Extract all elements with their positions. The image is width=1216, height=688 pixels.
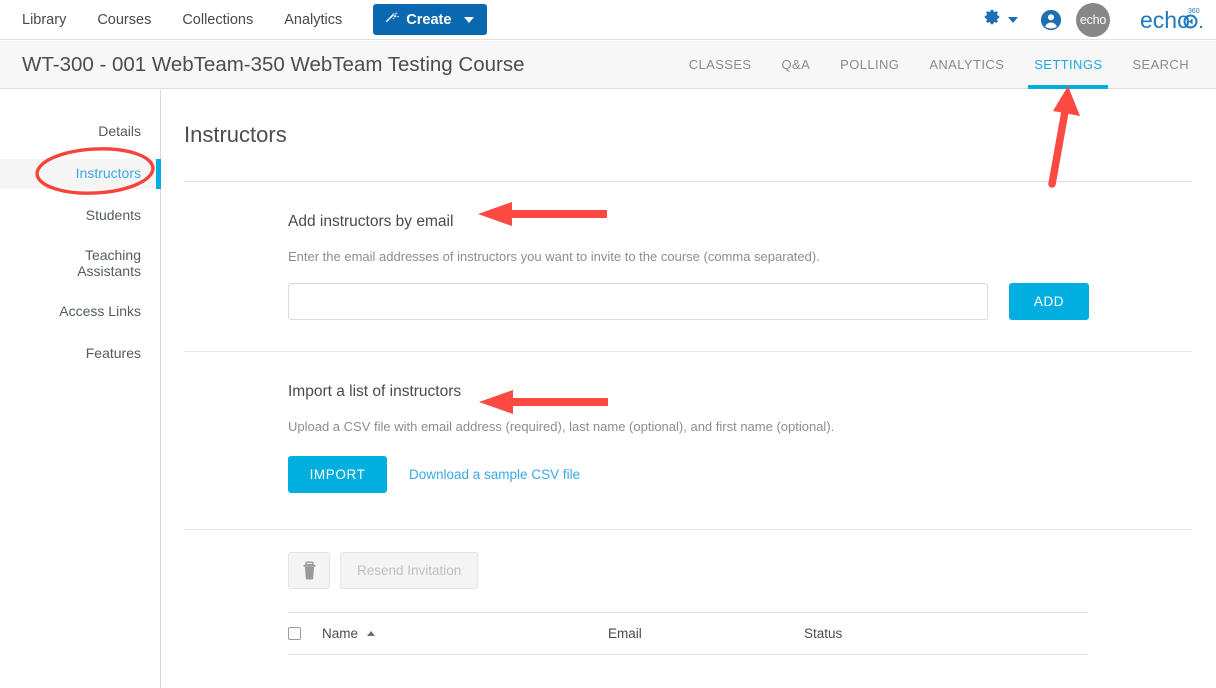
instructors-table: Name Email Status (288, 612, 1088, 655)
tab-settings[interactable]: SETTINGS (1019, 41, 1117, 89)
echo360-logo[interactable]: echo 360 (1140, 6, 1204, 34)
tab-label: CLASSES (688, 57, 752, 72)
sidebar-item-label: Details (98, 123, 141, 140)
delete-button[interactable] (288, 552, 330, 589)
create-button[interactable]: Create (373, 4, 488, 35)
create-button-label: Create (406, 11, 452, 28)
select-all-checkbox-cell (288, 627, 322, 640)
global-top-nav: Library Courses Collections Analytics Cr… (0, 0, 1216, 40)
column-header-email[interactable]: Email (608, 626, 804, 641)
global-nav-links: Library Courses Collections Analytics Cr… (0, 4, 488, 35)
sidebar-item-label: Students (85, 207, 141, 224)
sidebar-item-label: Features (85, 345, 141, 362)
sidebar-item-label: Teaching (84, 247, 141, 264)
person-icon (1040, 9, 1062, 30)
sidebar-item-details[interactable]: Details (0, 117, 160, 147)
tab-analytics[interactable]: ANALYTICS (914, 41, 1019, 89)
sidebar-item-label: Access Links (59, 303, 141, 320)
tab-label: POLLING (840, 57, 900, 72)
table-toolbar: Resend Invitation (288, 552, 1216, 589)
global-nav-actions: echo echo 360 (983, 2, 1216, 37)
tab-classes[interactable]: CLASSES (674, 41, 767, 89)
tab-label: SEARCH (1132, 57, 1189, 72)
user-avatar[interactable]: echo (1076, 2, 1110, 37)
course-header-bar: WT-300 - 001 WebTeam-350 WebTeam Testing… (0, 41, 1216, 89)
sidebar-item-instructors[interactable]: Instructors (0, 159, 161, 189)
sidebar-item-teaching-assistants[interactable]: Teaching Assistants (0, 243, 160, 285)
sort-ascending-icon (367, 631, 376, 636)
tab-label: Q&A (781, 57, 811, 72)
column-header-name[interactable]: Name (322, 626, 608, 641)
add-instructors-row: ADD (288, 283, 1216, 320)
svg-text:360: 360 (1188, 8, 1200, 15)
magic-wand-icon (383, 12, 399, 28)
instructor-email-input[interactable] (288, 283, 988, 320)
trash-icon (303, 561, 315, 580)
table-header-row: Name Email Status (288, 613, 1088, 655)
avatar-label: echo (1079, 12, 1107, 27)
import-button[interactable]: IMPORT (288, 456, 387, 493)
sidebar-item-label: Instructors (75, 165, 141, 182)
add-instructors-description: Enter the email addresses of instructors… (288, 249, 820, 264)
nav-link-collections[interactable]: Collections (182, 12, 253, 28)
sidebar-item-access-links[interactable]: Access Links (0, 297, 160, 327)
course-tabs: CLASSES Q&A POLLING ANALYTICS SETTINGS S… (674, 41, 1216, 89)
import-instructors-section: Import a list of instructors Upload a CS… (162, 352, 1216, 493)
import-instructors-description: Upload a CSV file with email address (re… (288, 419, 835, 434)
column-header-status[interactable]: Status (804, 626, 842, 641)
add-button[interactable]: ADD (1009, 283, 1089, 320)
course-title: WT-300 - 001 WebTeam-350 WebTeam Testing… (22, 52, 525, 76)
tab-polling[interactable]: POLLING (825, 41, 914, 89)
gear-icon (983, 8, 1001, 31)
main-content: Instructors Add instructors by email Ent… (162, 90, 1216, 688)
nav-link-library[interactable]: Library (22, 12, 66, 28)
column-header-name-label: Name (322, 626, 359, 641)
page-title: Instructors (184, 122, 287, 147)
settings-menu-button[interactable] (983, 8, 1018, 31)
download-sample-csv-link[interactable]: Download a sample CSV file (409, 467, 580, 482)
import-instructors-heading: Import a list of instructors (288, 383, 462, 400)
settings-sidebar: Details Instructors Students Teaching As… (0, 90, 161, 688)
sidebar-item-students[interactable]: Students (0, 201, 160, 231)
account-button[interactable] (1040, 9, 1062, 31)
chevron-down-icon (1008, 16, 1018, 23)
svg-text:echo: echo (1140, 7, 1190, 33)
chevron-down-icon (464, 16, 475, 23)
instructors-table-section: Resend Invitation Name Email Status (162, 552, 1216, 655)
nav-link-courses[interactable]: Courses (97, 12, 151, 28)
sidebar-item-features[interactable]: Features (0, 339, 160, 369)
add-instructors-heading: Add instructors by email (288, 213, 454, 230)
tab-qa[interactable]: Q&A (767, 41, 826, 89)
app-root: Library Courses Collections Analytics Cr… (0, 0, 1216, 688)
select-all-checkbox[interactable] (288, 627, 301, 640)
tab-label: ANALYTICS (929, 57, 1005, 72)
sidebar-item-label-2: Assistants (77, 263, 141, 279)
add-instructors-section: Add instructors by email Enter the email… (162, 182, 1216, 320)
resend-invitation-button[interactable]: Resend Invitation (340, 552, 479, 589)
divider (184, 529, 1192, 530)
nav-link-analytics[interactable]: Analytics (284, 12, 342, 28)
import-row: IMPORT Download a sample CSV file (288, 456, 1216, 493)
tab-label: SETTINGS (1034, 57, 1103, 72)
tab-search[interactable]: SEARCH (1117, 41, 1204, 89)
